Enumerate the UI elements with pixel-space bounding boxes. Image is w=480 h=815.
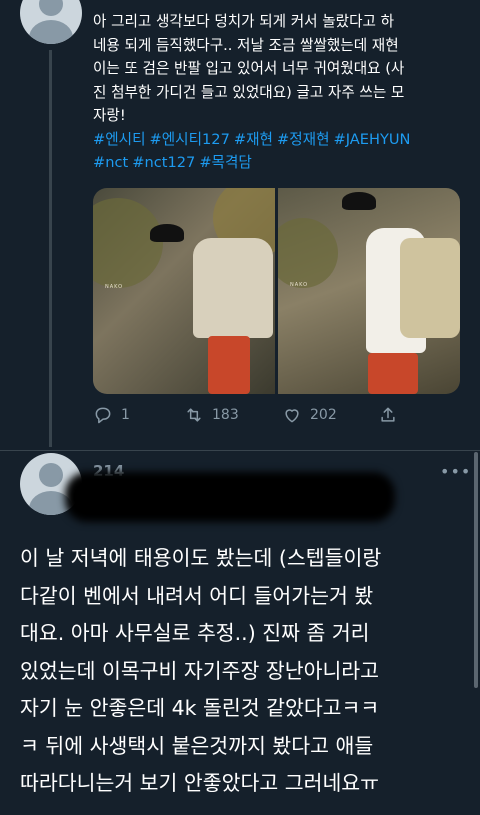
like-count: 202 xyxy=(310,407,337,423)
hashtag-link[interactable]: #정재현 xyxy=(277,131,330,148)
reply-button[interactable]: 1 xyxy=(93,405,184,425)
attached-photo-2[interactable]: NAKO xyxy=(278,188,460,394)
share-icon xyxy=(381,407,395,422)
like-button[interactable]: 202 xyxy=(282,405,378,425)
share-button[interactable] xyxy=(378,405,398,425)
person-cap xyxy=(342,192,376,210)
person-cardigan xyxy=(193,238,273,338)
tweet2-text: 이 날 저녁에 태용이도 봤는데 (스텝들이랑 다같이 벤에서 내려서 어디 들… xyxy=(20,540,470,803)
tweet2-line: 다같이 벤에서 내려서 어디 들어가는거 봤 xyxy=(20,583,374,608)
tweet1-avatar[interactable] xyxy=(20,0,82,44)
tweet1-media: NAKO NAKO xyxy=(93,188,460,394)
hashtag-link[interactable]: #nct xyxy=(93,154,128,171)
hashtag-link[interactable]: #엔시티127 xyxy=(150,131,230,148)
tweet1-line: 아 그리고 생각보다 덩치가 되게 커서 놀랐다고 하 xyxy=(93,13,394,30)
like-icon xyxy=(285,409,299,423)
tweet1-line: 자랑! xyxy=(93,107,126,124)
tweet1-line: 이는 또 검은 반팔 입고 있어서 너무 귀여웠대요 (사 xyxy=(93,60,405,77)
tweet2-line: 자기 눈 안좋은데 4k 돌린것 같았다고ㅋㅋ xyxy=(20,696,380,720)
hashtag-link[interactable]: #재현 xyxy=(234,131,273,148)
person-pants xyxy=(368,353,418,394)
thread-connector-line xyxy=(49,50,52,447)
reply-count: 1 xyxy=(121,407,130,423)
hashtag-row: #엔시티 #엔시티127 #재현 #정재현 #JAEHYUN xyxy=(93,128,468,152)
retweet-button[interactable]: 183 xyxy=(184,405,282,425)
person-pants xyxy=(208,336,250,394)
tweet1-line: 네용 되게 듬직했다구.. 저날 조금 쌀쌀했는데 재현 xyxy=(93,36,399,54)
default-avatar-icon xyxy=(39,0,63,16)
hashtag-link[interactable]: #JAEHYUN xyxy=(334,131,411,148)
tweet1-action-bar: 1 183 202 xyxy=(93,403,423,427)
person-cardigan xyxy=(400,238,460,338)
tweet2-line: 이 날 저녁에 태용이도 봤는데 (스텝들이랑 xyxy=(20,546,382,570)
tweet-divider xyxy=(0,450,480,451)
hashtag-link[interactable]: #목격담 xyxy=(199,154,252,171)
photo-watermark: NAKO xyxy=(105,284,124,290)
person-cap xyxy=(150,224,184,242)
tweet2-line: ㅋ 뒤에 사생택시 붙은것까지 봤다고 애들 xyxy=(20,733,374,758)
redaction-mark xyxy=(65,472,395,522)
tweet1-line: 진 첨부한 가디건 들고 있었대요) 글고 자주 쓰는 모 xyxy=(93,83,405,101)
tweet2-line: 따라다니는거 보기 안좋았다고 그러네요ㅠ xyxy=(20,771,380,795)
more-icon[interactable]: ••• xyxy=(440,462,471,481)
reply-icon xyxy=(95,407,111,424)
hashtag-link[interactable]: #nct127 xyxy=(132,154,195,171)
attached-photo-1[interactable]: NAKO xyxy=(93,188,275,394)
default-avatar-icon xyxy=(39,463,63,487)
hashtag-row: #nct #nct127 #목격담 xyxy=(93,151,468,175)
tweet1-text: 아 그리고 생각보다 덩치가 되게 커서 놀랐다고 하 네용 되게 듬직했다구.… xyxy=(93,10,468,175)
scrollbar[interactable] xyxy=(474,452,478,688)
retweet-count: 183 xyxy=(212,407,239,423)
hashtag-link[interactable]: #엔시티 xyxy=(93,131,146,148)
tweet2-line: 있었는데 이목구비 자기주장 장난아니라고 xyxy=(20,658,380,683)
retweet-icon xyxy=(187,408,201,422)
tweet2-line: 대요. 아마 사무실로 추정..) 진짜 좀 거리 xyxy=(20,621,370,645)
photo-watermark: NAKO xyxy=(290,282,309,288)
